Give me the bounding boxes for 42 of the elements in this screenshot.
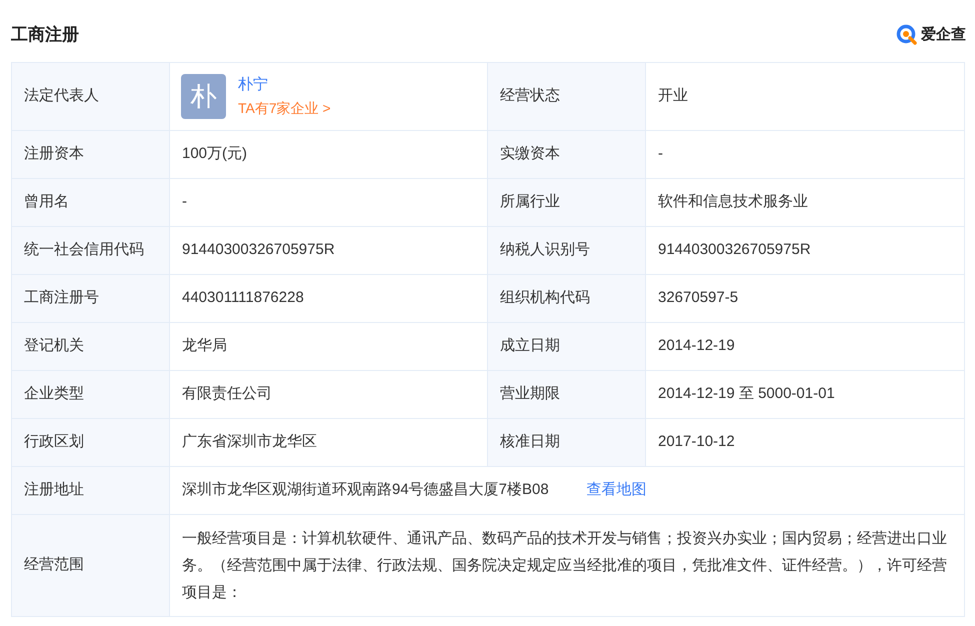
field-label: 纳税人识别号 — [500, 240, 590, 260]
field-value: - — [658, 144, 663, 164]
field-value: 440301111876228 — [182, 288, 304, 308]
field-value: 一般经营项目是：计算机软硬件、通讯产品、数码产品的技术开发与销售；投资兴办实业；国内贸易；经营进出口业务。（经营范围中属于法律、行政法规、国务院决定规定应当经批准的项目，凭批准文件、证件经营。），许可经营项目是： — [182, 529, 947, 603]
person-name-link[interactable]: 朴宁 — [238, 75, 331, 95]
section-title: 工商注册 — [11, 24, 79, 46]
field-label: 法定代表人 — [24, 86, 99, 106]
field-value: 2017-10-12 — [658, 432, 735, 452]
field-label: 曾用名 — [24, 192, 69, 212]
field-label: 登记机关 — [24, 336, 84, 356]
field-label: 行政区划 — [24, 432, 84, 452]
logo-text: 爱企查 — [921, 24, 966, 45]
field-label: 实缴资本 — [500, 144, 560, 164]
field-value: 2014-12-19 — [658, 336, 735, 356]
field-label: 企业类型 — [24, 384, 84, 404]
field-label: 核准日期 — [500, 432, 560, 452]
field-label: 经营范围 — [24, 555, 84, 576]
map-link[interactable]: 查看地图 — [586, 479, 647, 502]
field-label: 营业期限 — [500, 384, 560, 404]
field-value: 32670597-5 — [658, 288, 738, 308]
field-value: 龙华局 — [182, 336, 227, 356]
field-value: 2014-12-19 至 5000-01-01 — [658, 384, 835, 404]
field-label: 成立日期 — [500, 336, 560, 356]
field-value: 深圳市龙华区观湖街道环观南路94号德盛昌大厦7楼B08 — [182, 480, 549, 500]
avatar: 朴 — [181, 74, 226, 119]
field-label: 所属行业 — [500, 192, 560, 212]
field-label: 注册资本 — [24, 144, 84, 164]
field-value: 91440300326705975R — [658, 240, 811, 260]
field-label: 组织机构代码 — [500, 288, 590, 308]
companies-link[interactable]: TA有7家企业 > — [238, 98, 331, 118]
field-label: 统一社会信用代码 — [24, 240, 144, 260]
field-value: - — [182, 192, 187, 212]
field-value: 100万(元) — [182, 144, 248, 164]
field-value: 广东省深圳市龙华区 — [182, 432, 317, 452]
field-label: 注册地址 — [24, 480, 84, 500]
field-label: 工商注册号 — [24, 288, 99, 308]
logo-icon — [896, 24, 918, 46]
field-value: 有限责任公司 — [182, 384, 272, 404]
field-value: 开业 — [658, 86, 688, 106]
field-value: 91440300326705975R — [182, 240, 335, 260]
field-label: 经营状态 — [500, 86, 560, 106]
field-value: 软件和信息技术服务业 — [658, 192, 808, 212]
